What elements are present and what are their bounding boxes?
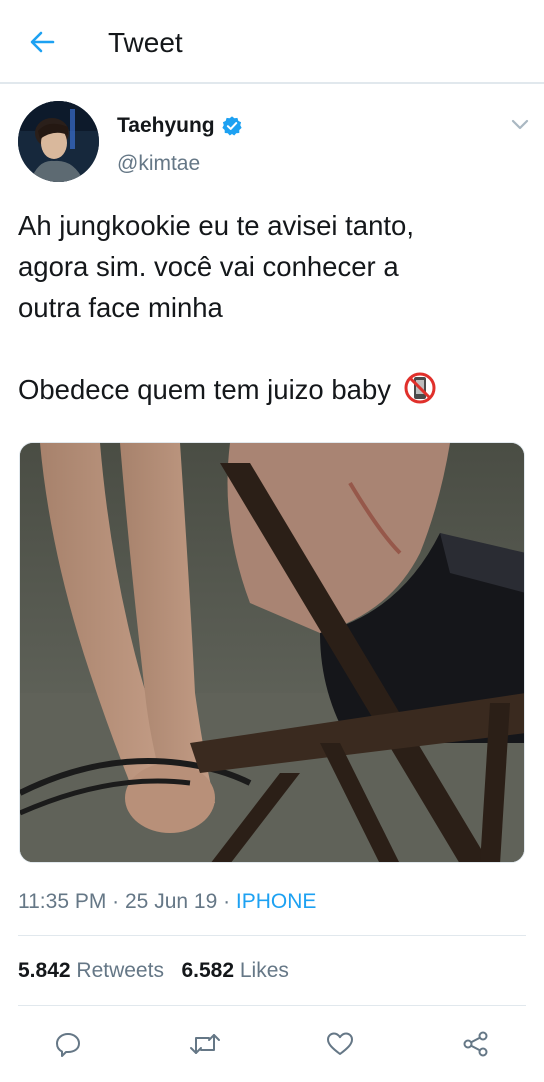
retweet-button[interactable] xyxy=(187,1026,223,1062)
heart-icon xyxy=(327,1032,353,1055)
tweet-text: Ah jungkookie eu te avisei tanto, agora … xyxy=(18,205,528,410)
tweet-actions xyxy=(0,1022,544,1066)
page-title: Tweet xyxy=(108,27,183,58)
tweet-meta: 11:35 PM · 25 Jun 19 · IPHONE xyxy=(18,889,316,915)
retweets-stat[interactable]: 5.842 Retweets xyxy=(18,959,164,982)
divider xyxy=(18,935,526,936)
reply-button[interactable] xyxy=(50,1026,86,1062)
arrow-left-icon xyxy=(30,31,55,53)
meta-separator: · xyxy=(217,890,236,913)
likes-stat[interactable]: 6.582 Likes xyxy=(181,959,288,982)
tweet-media[interactable] xyxy=(19,442,525,863)
tweet-stats: 5.842 Retweets 6.582 Likes xyxy=(18,958,289,984)
no-mobile-phones-emoji xyxy=(404,372,436,404)
likes-label: Likes xyxy=(239,959,289,982)
media-photo xyxy=(20,443,524,862)
tweet-line: outra face minha xyxy=(18,292,223,323)
retweets-count: 5.842 xyxy=(18,959,71,982)
tweet-line: Ah jungkookie eu te avisei tanto, xyxy=(18,210,414,241)
tweet-time: 11:35 PM xyxy=(18,890,107,913)
verified-badge-icon xyxy=(222,116,242,136)
reply-icon xyxy=(56,1033,80,1057)
avatar[interactable] xyxy=(18,101,99,182)
likes-count: 6.582 xyxy=(181,959,235,982)
tweet-source-link[interactable]: IPHONE xyxy=(236,890,317,913)
divider xyxy=(18,1005,526,1006)
retweets-label: Retweets xyxy=(76,959,164,982)
share-icon xyxy=(463,1031,488,1057)
chevron-down-icon[interactable] xyxy=(507,114,533,134)
top-bar: Tweet xyxy=(0,0,544,84)
back-button[interactable] xyxy=(22,24,62,60)
tweet-line: agora sim. você vai conhecer a xyxy=(18,251,399,282)
tweet-second-paragraph: Obedece quem tem juizo baby xyxy=(18,374,391,405)
tweet-date: 25 Jun 19 xyxy=(125,890,218,913)
tweet-line: Obedece quem tem juizo baby xyxy=(18,369,528,410)
avatar-image xyxy=(18,101,99,182)
like-button[interactable] xyxy=(322,1026,358,1062)
meta-separator: · xyxy=(106,890,125,913)
share-button[interactable] xyxy=(458,1026,494,1062)
author-handle[interactable]: @kimtae xyxy=(117,151,200,177)
author-name[interactable]: Taehyung xyxy=(117,113,243,139)
retweet-icon xyxy=(190,1034,220,1054)
author-name-text: Taehyung xyxy=(117,114,215,137)
